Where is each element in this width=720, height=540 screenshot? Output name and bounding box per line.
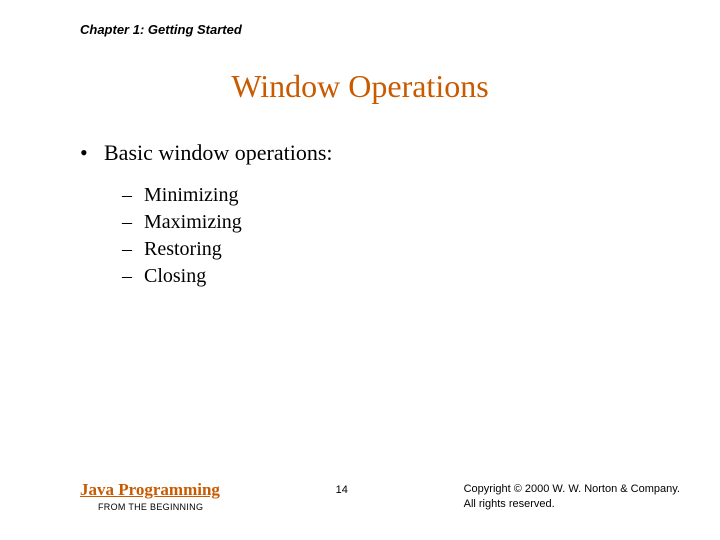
bullet-secondary-item: Minimizing xyxy=(80,182,640,209)
chapter-header: Chapter 1: Getting Started xyxy=(80,22,242,37)
bullet-primary: Basic window operations: xyxy=(80,140,640,166)
bullet-secondary-item: Restoring xyxy=(80,236,640,263)
copyright-line: All rights reserved. xyxy=(464,497,680,512)
bullet-secondary-item: Closing xyxy=(80,263,640,290)
copyright-line: Copyright © 2000 W. W. Norton & Company. xyxy=(464,482,680,497)
copyright-block: Copyright © 2000 W. W. Norton & Company.… xyxy=(464,482,680,512)
slide-title: Window Operations xyxy=(0,68,720,105)
book-subtitle: FROM THE BEGINNING xyxy=(80,502,220,512)
book-title-block: Java Programming FROM THE BEGINNING xyxy=(80,480,220,512)
bullet-secondary-item: Maximizing xyxy=(80,209,640,236)
page-number: 14 xyxy=(336,484,348,496)
footer: Java Programming FROM THE BEGINNING 14 C… xyxy=(80,480,680,512)
content-area: Basic window operations: Minimizing Maxi… xyxy=(80,140,640,290)
book-title: Java Programming xyxy=(80,480,220,500)
